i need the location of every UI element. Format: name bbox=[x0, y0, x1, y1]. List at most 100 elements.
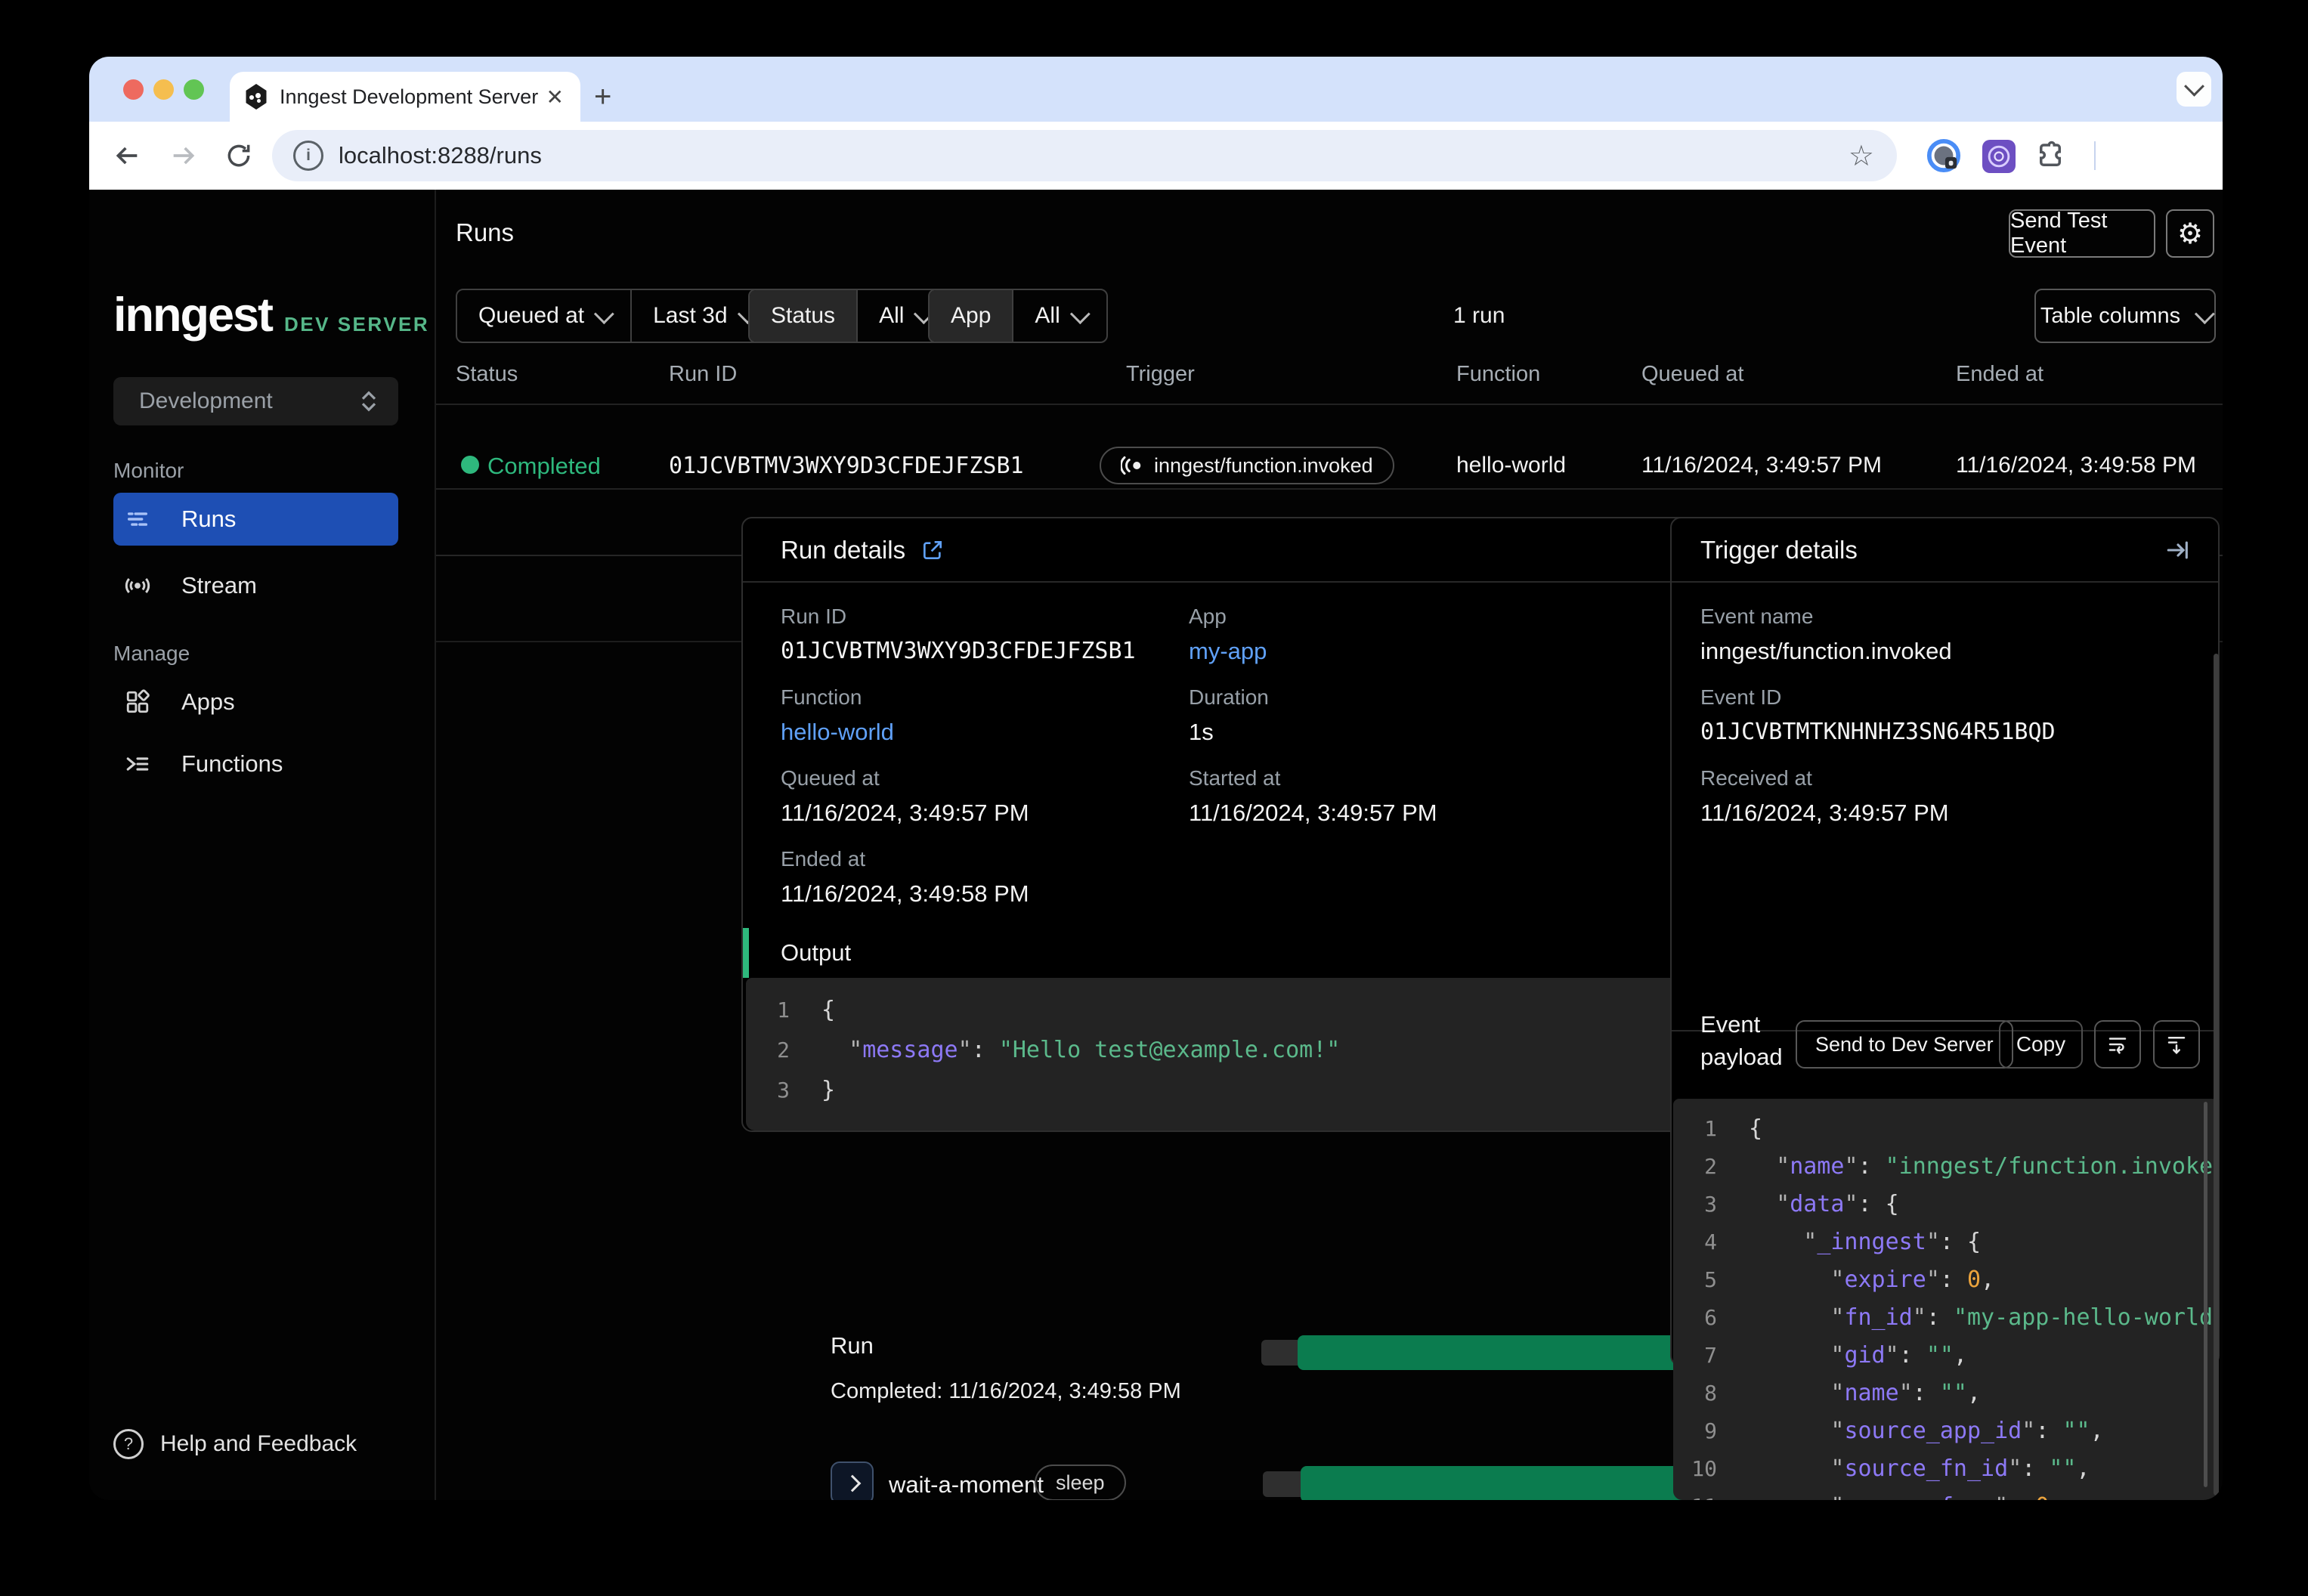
table-columns-button[interactable]: Table columns bbox=[2034, 289, 2216, 343]
column-header-run-id[interactable]: Run ID bbox=[669, 362, 737, 387]
field-value: 01JCVBTMTKNHNHZ3SN64R51BQD bbox=[1700, 719, 2056, 745]
status-filter[interactable]: Status All bbox=[748, 289, 952, 343]
logo: inngest DEV SERVER bbox=[113, 288, 429, 342]
send-to-dev-server-button[interactable]: Send to Dev Server bbox=[1796, 1020, 2013, 1069]
field-value: 11/16/2024, 3:49:57 PM bbox=[781, 800, 1029, 826]
scroll-to-bottom-icon[interactable] bbox=[2153, 1020, 2200, 1069]
field-received-at: Received at 11/16/2024, 3:49:57 PM bbox=[1700, 766, 1949, 827]
sidebar-item-runs[interactable]: Runs bbox=[113, 493, 398, 546]
divider bbox=[436, 488, 2223, 490]
code-line: 10 "source_fn_id": "", bbox=[1691, 1455, 2090, 1482]
minimize-window-button[interactable] bbox=[153, 79, 174, 100]
field-started-at: Started at 11/16/2024, 3:49:57 PM bbox=[1189, 766, 1437, 827]
row-run-id[interactable]: 01JCVBTMV3WXY9D3CFDEJFZSB1 bbox=[669, 453, 1024, 479]
sidebar-section-monitor: Monitor bbox=[113, 459, 184, 482]
toolbar-divider bbox=[2094, 141, 2096, 170]
url-text[interactable]: localhost:8288/runs bbox=[339, 142, 542, 169]
reload-button[interactable] bbox=[216, 122, 261, 190]
extensions-puzzle-icon[interactable] bbox=[2024, 122, 2077, 190]
app-link[interactable]: my-app bbox=[1189, 638, 1267, 665]
payload-scrollbar[interactable] bbox=[2204, 1102, 2207, 1487]
divider bbox=[436, 404, 2223, 405]
external-link-icon[interactable] bbox=[920, 538, 945, 562]
field-value: 1s bbox=[1189, 719, 1214, 745]
desktop: Inngest Development Server ✕ + i localho… bbox=[0, 0, 2308, 1596]
sidebar-item-label: Apps bbox=[181, 688, 235, 715]
chevron-down-icon bbox=[594, 303, 614, 324]
field-event-id: Event ID 01JCVBTMTKNHNHZ3SN64R51BQD bbox=[1700, 685, 2056, 745]
column-header-function[interactable]: Function bbox=[1456, 362, 1540, 387]
site-info-icon[interactable]: i bbox=[293, 141, 323, 171]
step-name: wait-a-moment bbox=[889, 1471, 1044, 1498]
app-filter[interactable]: App All bbox=[928, 289, 1108, 343]
chevron-right-icon bbox=[843, 1474, 861, 1492]
bookmark-star-icon[interactable]: ☆ bbox=[1849, 139, 1874, 173]
runs-list-icon bbox=[113, 506, 162, 532]
sidebar-item-apps[interactable]: Apps bbox=[113, 676, 398, 728]
help-label: Help and Feedback bbox=[160, 1431, 357, 1456]
run-count: 1 run bbox=[1453, 303, 1505, 328]
trigger-name: inngest/function.invoked bbox=[1154, 453, 1373, 477]
settings-gear-button[interactable]: ⚙ bbox=[2166, 209, 2214, 258]
sidebar-item-functions[interactable]: Functions bbox=[113, 738, 398, 790]
expand-step-button[interactable] bbox=[831, 1461, 874, 1500]
url-bar[interactable]: i localhost:8288/runs ☆ bbox=[272, 130, 1897, 181]
trigger-details-header: Trigger details bbox=[1672, 518, 2218, 583]
code-line: 11 "source_fn_v": 0 bbox=[1673, 1487, 2218, 1501]
maximize-window-button[interactable] bbox=[184, 79, 204, 100]
field-event-name: Event name inngest/function.invoked bbox=[1700, 605, 1952, 665]
field-queued-at: Queued at 11/16/2024, 3:49:57 PM bbox=[781, 766, 1029, 827]
help-and-feedback[interactable]: ? Help and Feedback bbox=[113, 1429, 357, 1459]
chevron-down-icon bbox=[1069, 303, 1091, 324]
event-payload-code-block[interactable]: 1{2 "name": "inngest/function.invoked", 3… bbox=[1673, 1099, 2218, 1500]
event-icon bbox=[1121, 456, 1141, 475]
tab-search-button[interactable] bbox=[2177, 72, 2211, 107]
page-scrollbar[interactable] bbox=[2214, 654, 2219, 1495]
sidebar-item-stream[interactable]: Stream bbox=[113, 559, 398, 612]
column-header-queued-at[interactable]: Queued at bbox=[1641, 362, 1743, 387]
queued-at-filter[interactable]: Queued at Last 3d bbox=[456, 289, 775, 343]
purple-extension-icon[interactable] bbox=[1982, 140, 2016, 173]
chevron-up-down-icon bbox=[361, 391, 376, 412]
field-value: 01JCVBTMV3WXY9D3CFDEJFZSB1 bbox=[781, 638, 1136, 664]
trigger-details-panel: Trigger details Event name inngest/funct… bbox=[1670, 517, 2220, 1500]
field-label: App bbox=[1189, 605, 1227, 628]
page-title: Runs bbox=[456, 218, 515, 246]
forward-button[interactable] bbox=[161, 122, 206, 190]
field-label: Event name bbox=[1700, 605, 1814, 628]
send-test-event-button[interactable]: Send Test Event bbox=[2009, 209, 2155, 258]
step-bar-queue-segment bbox=[1263, 1471, 1301, 1497]
function-link[interactable]: hello-world bbox=[781, 719, 894, 746]
collapse-panel-icon[interactable] bbox=[2165, 537, 2191, 563]
column-header-trigger[interactable]: Trigger bbox=[1126, 362, 1195, 387]
run-details-title: Run details bbox=[781, 535, 906, 564]
step-kind-badge: sleep bbox=[1035, 1465, 1126, 1500]
environment-select[interactable]: Development bbox=[113, 377, 398, 425]
column-header-ended-at[interactable]: Ended at bbox=[1956, 362, 2043, 387]
run-bar-queue-segment bbox=[1261, 1340, 1298, 1366]
word-wrap-icon[interactable] bbox=[2094, 1020, 2141, 1069]
new-tab-button[interactable]: + bbox=[594, 82, 611, 112]
payload-copy-button[interactable]: Copy bbox=[1999, 1020, 2083, 1069]
field-label: Event ID bbox=[1700, 685, 1782, 709]
field-value: 11/16/2024, 3:49:57 PM bbox=[1189, 800, 1437, 826]
password-manager-extension-icon[interactable] bbox=[1921, 122, 1966, 190]
browser-tab-strip: Inngest Development Server ✕ + bbox=[89, 57, 2223, 122]
field-label: Queued at bbox=[781, 766, 880, 790]
field-label: Started at bbox=[1189, 766, 1281, 790]
field-label: Ended at bbox=[781, 847, 866, 871]
column-header-status[interactable]: Status bbox=[456, 362, 518, 387]
inngest-favicon-icon bbox=[246, 84, 267, 110]
stream-icon bbox=[113, 572, 162, 599]
browser-window: Inngest Development Server ✕ + i localho… bbox=[89, 57, 2223, 1500]
trigger-pill[interactable]: inngest/function.invoked bbox=[1100, 447, 1394, 484]
browser-tab[interactable]: Inngest Development Server ✕ bbox=[230, 72, 580, 122]
field-duration: Duration 1s bbox=[1189, 685, 1269, 746]
close-window-button[interactable] bbox=[123, 79, 144, 100]
queued-at-label: Queued at bbox=[478, 303, 585, 328]
back-button[interactable] bbox=[104, 122, 150, 190]
row-queued-at: 11/16/2024, 3:49:57 PM bbox=[1641, 453, 1883, 478]
tab-close-icon[interactable]: ✕ bbox=[546, 85, 564, 110]
main-content: Runs Send Test Event ⚙ Queued at Last 3d… bbox=[436, 190, 2223, 1500]
environment-value: Development bbox=[139, 388, 273, 413]
